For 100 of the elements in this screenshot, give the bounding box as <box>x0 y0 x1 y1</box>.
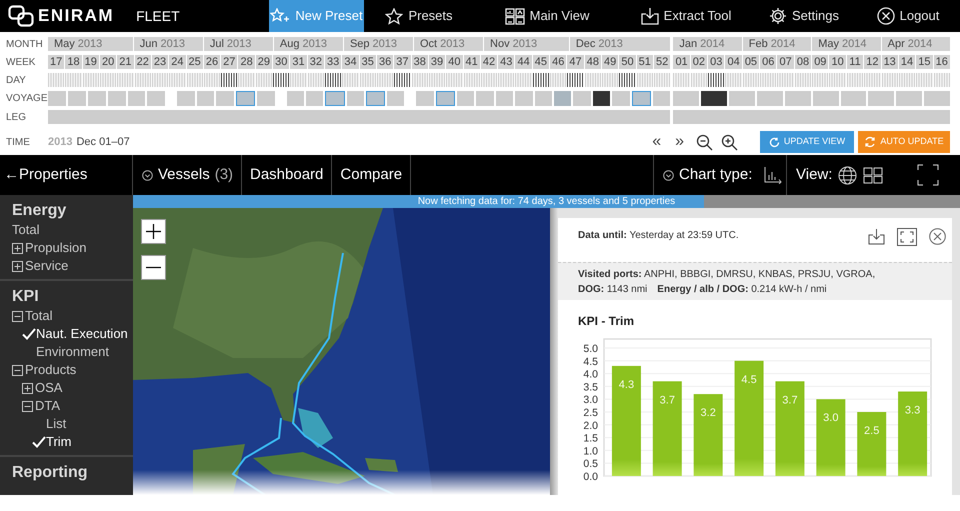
week-cell[interactable]: 33 <box>325 55 342 69</box>
tree-item[interactable]: Propulsion <box>25 238 86 258</box>
week-cell[interactable]: 10 <box>829 55 846 69</box>
expand-button[interactable] <box>897 228 917 246</box>
week-cell[interactable]: 01 <box>673 55 690 69</box>
month-cell[interactable]: May 2014 <box>812 37 881 51</box>
zoom-in-button[interactable] <box>721 134 738 150</box>
map-zoom-in-button[interactable] <box>141 219 166 244</box>
month-cell[interactable]: Aug 2013 <box>274 37 343 51</box>
week-cell[interactable]: 05 <box>742 55 760 69</box>
week-cell[interactable]: 04 <box>725 55 742 69</box>
nav-item[interactable]: Main View <box>474 0 620 32</box>
week-cell[interactable]: 17 <box>48 55 64 69</box>
week-cell[interactable]: 30 <box>273 55 290 69</box>
next-button[interactable]: » <box>671 130 688 154</box>
tree-item[interactable]: OSA <box>35 378 62 398</box>
week-cell[interactable]: 51 <box>636 55 653 69</box>
week-cell[interactable]: 38 <box>412 55 428 69</box>
download-button[interactable] <box>868 228 885 245</box>
month-cell[interactable]: Oct 2013 <box>414 37 484 51</box>
week-cell[interactable]: 46 <box>550 55 566 69</box>
bar[interactable] <box>734 360 764 476</box>
week-cell[interactable]: 29 <box>256 55 272 69</box>
week-cell[interactable]: 32 <box>308 55 324 69</box>
week-cell[interactable]: 28 <box>238 55 255 69</box>
tree-item[interactable]: Products <box>25 360 76 380</box>
month-cell[interactable]: Apr 2014 <box>882 37 950 51</box>
week-cell[interactable]: 06 <box>760 55 776 69</box>
week-cell[interactable]: 44 <box>515 55 532 69</box>
week-cell[interactable]: 24 <box>169 55 186 69</box>
week-cell[interactable]: 09 <box>812 55 828 69</box>
bar[interactable] <box>775 381 804 476</box>
week-cell[interactable]: 02 <box>690 55 708 69</box>
week-cell[interactable]: 50 <box>619 55 636 69</box>
week-cell[interactable]: 19 <box>82 55 99 69</box>
nav-item[interactable]: Logout <box>856 0 960 32</box>
week-cell[interactable]: 35 <box>360 55 376 69</box>
week-cell[interactable]: 48 <box>584 55 601 69</box>
week-cell[interactable]: 21 <box>117 55 134 69</box>
week-cell[interactable]: 23 <box>152 55 168 69</box>
bar[interactable] <box>694 394 723 476</box>
dashboard-view-button[interactable] <box>863 166 884 184</box>
tree-item[interactable]: Service <box>25 256 68 276</box>
week-cell[interactable]: 16 <box>934 55 950 69</box>
week-cell[interactable]: 18 <box>65 55 82 69</box>
tree-item[interactable]: Environment <box>36 342 109 362</box>
tree-item[interactable]: List <box>46 414 66 434</box>
nav-item[interactable]: Extract Tool <box>620 0 752 32</box>
week-cell[interactable]: 31 <box>290 55 307 69</box>
previous-button[interactable]: « <box>648 130 666 154</box>
week-cell[interactable]: 07 <box>777 55 794 69</box>
tree-item[interactable]: Trim <box>46 432 72 452</box>
week-cell[interactable]: 37 <box>394 55 411 69</box>
bar[interactable] <box>612 366 641 476</box>
bar[interactable] <box>652 381 682 476</box>
week-cell[interactable]: 47 <box>567 55 584 69</box>
map-zoom-out-button[interactable] <box>141 255 166 280</box>
tree-item[interactable]: Total <box>12 220 40 240</box>
tree-item[interactable]: DTA <box>35 396 60 416</box>
week-cell[interactable]: 13 <box>882 55 898 69</box>
week-cell[interactable]: 52 <box>654 55 670 69</box>
tree-item[interactable]: Naut. Execution <box>36 324 128 344</box>
week-cell[interactable]: 49 <box>602 55 618 69</box>
week-cell[interactable]: 25 <box>186 55 203 69</box>
week-cell[interactable]: 20 <box>100 55 116 69</box>
month-cell[interactable]: Jun 2013 <box>134 37 203 51</box>
week-cell[interactable]: 08 <box>794 55 812 69</box>
close-button[interactable] <box>929 228 946 245</box>
week-cell[interactable]: 03 <box>708 55 724 69</box>
week-cell[interactable]: 40 <box>446 55 462 69</box>
week-cell[interactable]: 42 <box>480 55 498 69</box>
tree-item[interactable]: Total <box>25 306 52 326</box>
week-cell[interactable]: 39 <box>428 55 446 69</box>
week-cell[interactable]: 27 <box>221 55 238 69</box>
week-cell[interactable]: 15 <box>916 55 933 69</box>
voyage-segment[interactable] <box>592 91 610 106</box>
week-cell[interactable]: 34 <box>342 55 359 69</box>
nav-item[interactable]: Settings <box>752 0 856 32</box>
leg-bar[interactable] <box>673 110 950 124</box>
week-cell[interactable]: 43 <box>498 55 514 69</box>
bar[interactable] <box>816 399 846 476</box>
month-cell[interactable]: Feb 2014 <box>742 37 812 51</box>
month-cell[interactable]: Sep 2013 <box>344 37 413 51</box>
week-cell[interactable]: 22 <box>134 55 151 69</box>
zoom-out-button[interactable] <box>696 134 713 150</box>
month-cell[interactable]: Jul 2013 <box>204 37 273 51</box>
week-cell[interactable]: 41 <box>464 55 480 69</box>
month-cell[interactable]: May 2013 <box>48 37 133 51</box>
week-cell[interactable]: 36 <box>376 55 394 69</box>
week-cell[interactable]: 12 <box>864 55 881 69</box>
nav-item[interactable]: Presets <box>364 0 474 32</box>
bar[interactable] <box>857 412 886 476</box>
month-cell[interactable]: Jan 2014 <box>673 37 742 51</box>
week-cell[interactable]: 14 <box>898 55 916 69</box>
week-cell[interactable]: 11 <box>846 55 864 69</box>
week-cell[interactable]: 26 <box>204 55 220 69</box>
month-cell[interactable]: Dec 2013 <box>570 37 670 51</box>
week-cell[interactable]: 45 <box>532 55 550 69</box>
globe-button[interactable] <box>838 166 858 184</box>
month-cell[interactable]: Nov 2013 <box>484 37 569 51</box>
